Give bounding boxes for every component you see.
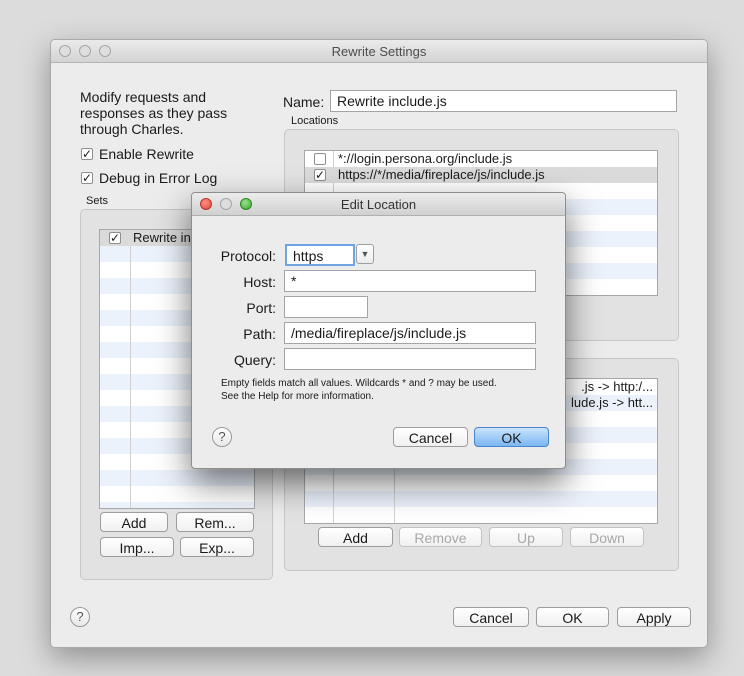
up-button[interactable]: Up	[489, 527, 563, 547]
export-button[interactable]: Exp...	[180, 537, 254, 557]
query-input[interactable]	[284, 348, 536, 370]
triangle-down-icon[interactable]: ▼	[356, 244, 374, 264]
path-input[interactable]: /media/fireplace/js/include.js	[284, 322, 536, 344]
apply-button[interactable]: Apply	[617, 607, 691, 627]
name-input[interactable]: Rewrite include.js	[330, 90, 677, 112]
remove-set-button[interactable]: Rem...	[176, 512, 254, 532]
checkmark-icon[interactable]: ✓	[109, 232, 121, 244]
query-label: Query:	[233, 352, 276, 368]
enable-rewrite-checkbox[interactable]: ✓ Enable Rewrite	[81, 146, 261, 164]
location-text: https://*/media/fireplace/js/include.js	[338, 167, 545, 182]
ok-button[interactable]: OK	[536, 607, 609, 627]
edit-location-dialog: Edit Location Protocol: https ▼ Host: * …	[191, 192, 566, 469]
question-icon[interactable]: ?	[70, 607, 90, 627]
dialog-title: Edit Location	[340, 197, 417, 212]
path-label: Path:	[243, 326, 276, 342]
enable-rewrite-label: Enable Rewrite	[99, 146, 194, 162]
host-input[interactable]: *	[284, 270, 536, 292]
import-button[interactable]: Imp...	[100, 537, 174, 557]
column-divider	[130, 230, 131, 508]
port-input[interactable]	[284, 296, 368, 318]
dialog-cancel-button[interactable]: Cancel	[393, 427, 468, 447]
name-label: Name:	[283, 94, 325, 110]
cancel-button[interactable]: Cancel	[453, 607, 529, 627]
port-label: Port:	[246, 300, 276, 316]
remove-location-button[interactable]: Remove	[399, 527, 482, 547]
debug-log-label: Debug in Error Log	[99, 170, 218, 186]
dialog-titlebar: Edit Location	[192, 193, 565, 216]
question-icon[interactable]: ?	[212, 427, 232, 447]
dialog-ok-button[interactable]: OK	[474, 427, 549, 447]
location-text: *://login.persona.org/include.js	[338, 151, 513, 166]
debug-log-checkbox[interactable]: ✓ Debug in Error Log	[81, 170, 261, 188]
host-label: Host:	[243, 274, 276, 290]
table-row[interactable]: *://login.persona.org/include.js	[305, 151, 657, 167]
table-row[interactable]: ✓ https://*/media/fireplace/js/include.j…	[305, 167, 657, 183]
down-button[interactable]: Down	[570, 527, 644, 547]
window-title: Rewrite Settings	[331, 44, 427, 59]
sets-label: Sets	[86, 195, 109, 207]
protocol-label: Protocol:	[220, 248, 276, 264]
protocol-select[interactable]: https	[285, 244, 355, 266]
add-set-button[interactable]: Add	[100, 512, 168, 532]
help-note: Empty fields match all values. Wildcards…	[221, 378, 497, 402]
checkmark-icon: ✓	[81, 147, 93, 161]
rule-text: lude.js -> htt...	[570, 395, 653, 410]
add-location-button[interactable]: Add	[318, 527, 393, 547]
checkmark-icon: ✓	[81, 171, 93, 185]
description-text: Modify requests and responses as they pa…	[80, 89, 228, 137]
rule-text: .js -> http:/...	[581, 379, 653, 394]
window-titlebar: Rewrite Settings	[51, 40, 707, 63]
checkbox-icon[interactable]	[314, 153, 326, 165]
checkmark-icon[interactable]: ✓	[314, 169, 326, 181]
locations-label: Locations	[291, 115, 339, 127]
